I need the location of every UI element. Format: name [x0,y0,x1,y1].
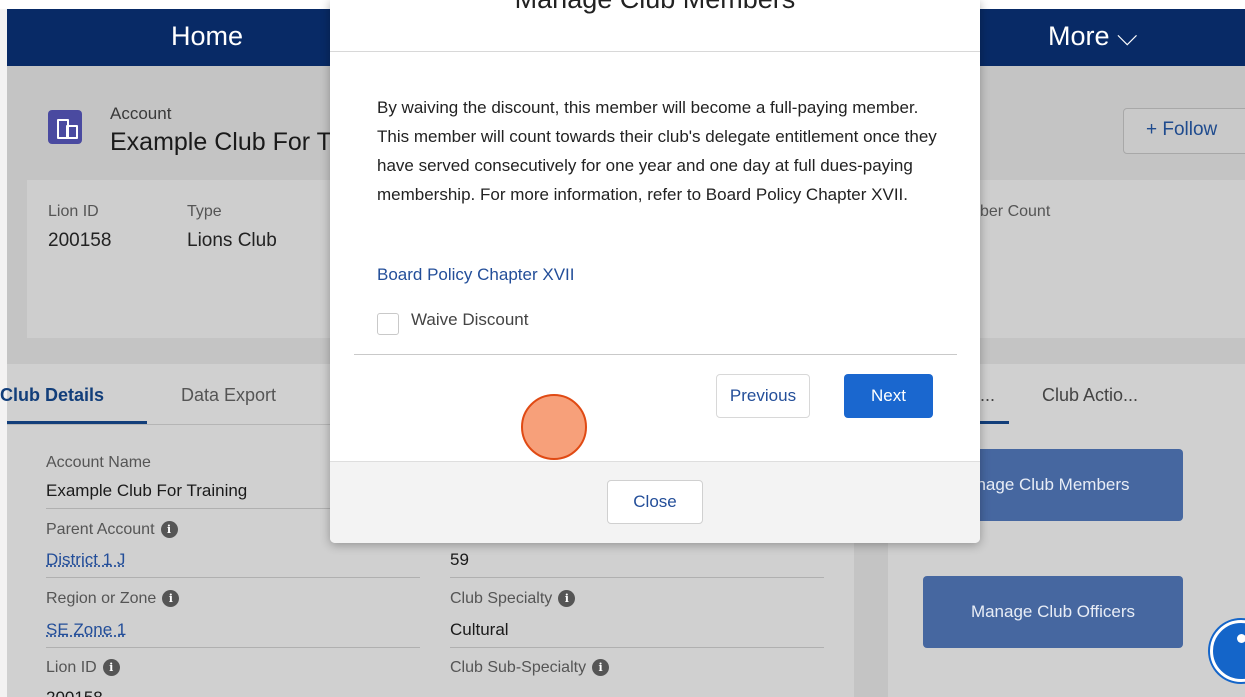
parent-account-link[interactable]: District 1 J [46,550,125,570]
field-divider [46,577,420,578]
click-indicator [521,394,587,460]
info-icon[interactable]: i [162,590,180,608]
info-icon[interactable]: i [102,659,120,677]
field-value: Cultural [450,620,509,639]
nav-more-menu[interactable]: More ⌵ [1048,21,1137,53]
field-label: Lion ID i [46,659,120,677]
active-tab-indicator [977,421,1009,424]
modal-title: Manage Club Members [330,0,980,15]
field-divider [450,647,824,648]
manage-members-modal: Manage Club Members By waiving the disco… [330,0,980,543]
account-icon [48,110,82,144]
field-label: Region or Zone i [46,590,180,608]
field-label-text: Lion ID [46,659,97,676]
highlight-label: ber Count [980,203,1051,220]
field-value: Example Club For Training [46,481,248,500]
info-icon[interactable]: i [160,521,178,539]
highlight-value: 200158 [48,230,112,251]
highlight-value: Lions Club [187,230,277,251]
tab-club-actions[interactable]: Club Actio... [1042,385,1138,406]
modal-inner-divider [354,354,957,355]
waive-discount-label[interactable]: Waive Discount [411,310,528,330]
record-object-label: Account [110,104,172,123]
highlight-label: Type [187,203,222,220]
field-label: Club Sub-Specialty i [450,659,610,677]
manage-club-officers-button[interactable]: Manage Club Officers [923,576,1183,648]
close-button[interactable]: Close [607,480,703,524]
board-policy-link[interactable]: Board Policy Chapter XVII [377,265,574,285]
nav-home-item[interactable]: Home [171,21,243,52]
field-divider [46,647,420,648]
highlight-label: Lion ID [48,203,99,220]
region-link[interactable]: SE Zone 1 [46,620,126,640]
tab-overflow[interactable]: ... [980,385,995,406]
field-label-text: Parent Account [46,521,155,538]
modal-header-divider [330,51,980,52]
follow-button[interactable]: + Follow [1123,108,1245,154]
field-label: Account Name [46,454,151,471]
previous-button[interactable]: Previous [716,374,810,418]
field-label: Club Specialty i [450,590,576,608]
record-title: Example Club For T [110,128,332,156]
field-value: 200158 [46,688,103,697]
info-icon[interactable]: i [592,659,610,677]
next-button[interactable]: Next [844,374,933,418]
app-window: Home More ⌵ Account Example Club For T +… [0,0,1245,697]
field-label: Parent Account i [46,521,178,539]
field-label-text: Region or Zone [46,590,157,607]
modal-body-text: By waiving the discount, this member wil… [377,98,937,204]
field-divider [450,577,824,578]
waive-discount-checkbox[interactable] [377,313,399,335]
info-icon[interactable]: i [558,590,576,608]
field-label-text: Club Specialty [450,590,553,607]
tab-data-export[interactable]: Data Export [181,385,276,406]
field-value: 59 [450,550,469,569]
field-label-text: Club Sub-Specialty [450,659,587,676]
tab-club-details[interactable]: Club Details [0,385,104,406]
